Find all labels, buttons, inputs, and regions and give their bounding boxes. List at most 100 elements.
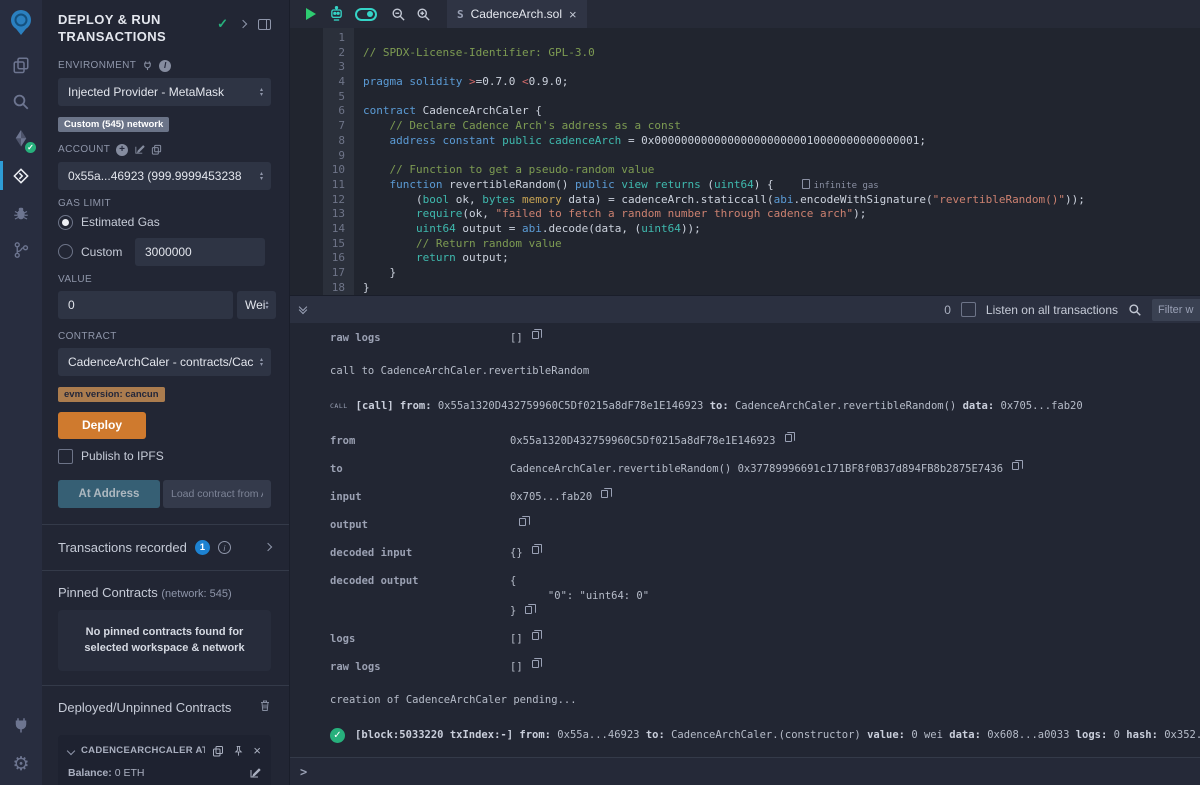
remix-logo-icon[interactable]	[0, 0, 42, 46]
terminal-row-decoded-input: decoded input{}	[330, 546, 1190, 561]
terminal-row-from: from0x55a1320D432759960C5Df0215a8dF78e1E…	[330, 434, 1190, 449]
copy-icon[interactable]	[532, 660, 539, 668]
at-address-input[interactable]	[163, 480, 271, 508]
add-account-icon[interactable]: +	[116, 144, 128, 156]
terminal-row-raw-logs: raw logs[]	[330, 331, 1190, 346]
select-arrows-icon: ▴▾	[260, 357, 263, 367]
expand-transactions-icon[interactable]	[264, 543, 272, 551]
info-icon[interactable]: i	[159, 60, 171, 72]
search-icon[interactable]	[0, 83, 42, 120]
value-input[interactable]	[58, 291, 233, 319]
info-icon[interactable]: i	[218, 541, 231, 554]
line-number: 16	[323, 251, 345, 266]
contract-select[interactable]: CadenceArchCaler - contracts/Cac ▴▾	[58, 348, 271, 376]
sign-message-icon[interactable]	[134, 144, 145, 155]
code-line: }	[363, 281, 1200, 295]
git-icon[interactable]	[0, 231, 42, 268]
icon-rail: ✓ ⚙	[0, 0, 42, 785]
copy-icon[interactable]	[532, 331, 539, 339]
contract-label: CONTRACT	[58, 331, 271, 342]
checkbox-icon[interactable]	[58, 449, 73, 464]
remix-ide: ✓ ⚙ DEPLOY & RUN TRANSACTIONS ✓	[0, 0, 1200, 785]
edit-icon[interactable]	[249, 767, 261, 779]
chevron-right-icon[interactable]	[239, 20, 247, 28]
collapse-terminal-icon[interactable]	[300, 307, 306, 313]
line-number: 6	[323, 104, 345, 119]
gutter: 123456789101112131415161718	[323, 28, 354, 295]
line-number: 8	[323, 134, 345, 149]
environment-select[interactable]: Injected Provider - MetaMask ▴▾	[58, 78, 271, 106]
copy-icon[interactable]	[519, 518, 526, 526]
terminal-row-decoded-output: decoded output{ "0": "uint64: 0"}	[330, 574, 1190, 619]
pinned-contracts-title: Pinned Contracts (network: 545)	[58, 571, 271, 610]
custom-gas-input[interactable]	[135, 238, 265, 266]
terminal-row-output: output	[330, 518, 1190, 533]
code-lines: // SPDX-License-Identifier: GPL-3.0pragm…	[354, 28, 1200, 295]
pin-icon[interactable]	[233, 745, 244, 757]
copy-icon[interactable]	[785, 434, 792, 442]
run-script-icon[interactable]	[306, 8, 316, 20]
ai-robot-icon[interactable]	[328, 6, 345, 22]
code-line: require(ok, "failed to fetch a random nu…	[363, 207, 1200, 222]
tx-count-badge: 1	[195, 540, 210, 555]
deployed-contract-card: CADENCEARCHCALER AT 0) × Balance: 0 ETH …	[58, 735, 271, 785]
listen-label: Listen on all transactions	[986, 303, 1118, 317]
custom-gas-radio[interactable]: Custom	[58, 238, 271, 266]
estimated-gas-radio[interactable]: Estimated Gas	[58, 215, 271, 230]
copilot-toggle-icon[interactable]	[355, 8, 377, 21]
listen-checkbox[interactable]	[961, 302, 976, 317]
line-number: 15	[323, 237, 345, 252]
deploy-button[interactable]: Deploy	[58, 412, 146, 439]
code-editor[interactable]: 123456789101112131415161718 // SPDX-Lice…	[290, 28, 1200, 295]
transactions-recorded-row: Transactions recorded 1 i	[58, 525, 271, 570]
line-number: 18	[323, 281, 345, 295]
code-line: contract CadenceArchCaler {	[363, 104, 1200, 119]
debugger-icon[interactable]	[0, 194, 42, 231]
code-line: // SPDX-License-Identifier: GPL-3.0	[363, 46, 1200, 61]
line-number: 9	[323, 149, 345, 164]
radio-icon	[58, 244, 73, 259]
copy-icon[interactable]	[532, 632, 539, 640]
copy-icon[interactable]	[601, 490, 608, 498]
deploy-run-icon[interactable]	[0, 157, 42, 194]
copy-icon[interactable]	[525, 606, 532, 614]
tab-cadencearch[interactable]: S CadenceArch.sol ×	[447, 0, 587, 28]
fork-icon[interactable]	[142, 60, 153, 71]
code-line: // Return random value	[363, 237, 1200, 252]
copy-icon[interactable]	[212, 745, 224, 757]
pin-panel-icon[interactable]	[258, 19, 271, 30]
account-select[interactable]: 0x55a...46923 (999.9999453238 ▴▾	[58, 162, 271, 190]
terminal-log[interactable]: raw logs[]call to CadenceArchCaler.rever…	[290, 323, 1200, 757]
publish-ipfs-row[interactable]: Publish to IPFS	[58, 449, 271, 464]
settings-icon[interactable]: ⚙	[0, 743, 42, 785]
terminal-row-logs: logs[]	[330, 632, 1190, 647]
solidity-file-icon: S	[457, 8, 464, 21]
code-line: function revertibleRandom() public view …	[363, 178, 1200, 193]
close-tab-icon[interactable]: ×	[569, 7, 577, 22]
copy-icon[interactable]	[532, 546, 539, 554]
code-line: // Function to get a pseudo-random value	[363, 163, 1200, 178]
select-arrows-icon: ▴▾	[265, 300, 268, 310]
zoom-out-icon[interactable]	[391, 7, 406, 22]
at-address-button[interactable]: At Address	[58, 480, 160, 508]
plugin-manager-icon[interactable]	[0, 706, 42, 743]
file-explorer-icon[interactable]	[0, 46, 42, 83]
trash-icon[interactable]	[259, 699, 271, 712]
search-transactions-icon[interactable]	[1128, 303, 1142, 317]
collapse-icon[interactable]	[67, 747, 75, 755]
copy-icon[interactable]	[1012, 462, 1019, 470]
close-icon[interactable]: ×	[253, 746, 261, 756]
code-line: // Declare Cadence Arch's address as a c…	[363, 119, 1200, 134]
line-number: 14	[323, 222, 345, 237]
radio-selected-icon	[58, 215, 73, 230]
copy-account-icon[interactable]	[151, 144, 162, 155]
network-badge: Custom (545) network	[58, 117, 169, 132]
zoom-in-icon[interactable]	[416, 7, 431, 22]
terminal-message: creation of CadenceArchCaler pending...	[330, 693, 1190, 708]
deployed-contract-name: CADENCEARCHCALER AT 0)	[81, 745, 205, 756]
solidity-compiler-icon[interactable]: ✓	[0, 120, 42, 157]
filter-input[interactable]	[1152, 299, 1200, 321]
terminal-prompt[interactable]: >	[290, 757, 1200, 785]
line-number: 10	[323, 163, 345, 178]
value-unit-select[interactable]: Wei ▴▾	[237, 291, 276, 319]
